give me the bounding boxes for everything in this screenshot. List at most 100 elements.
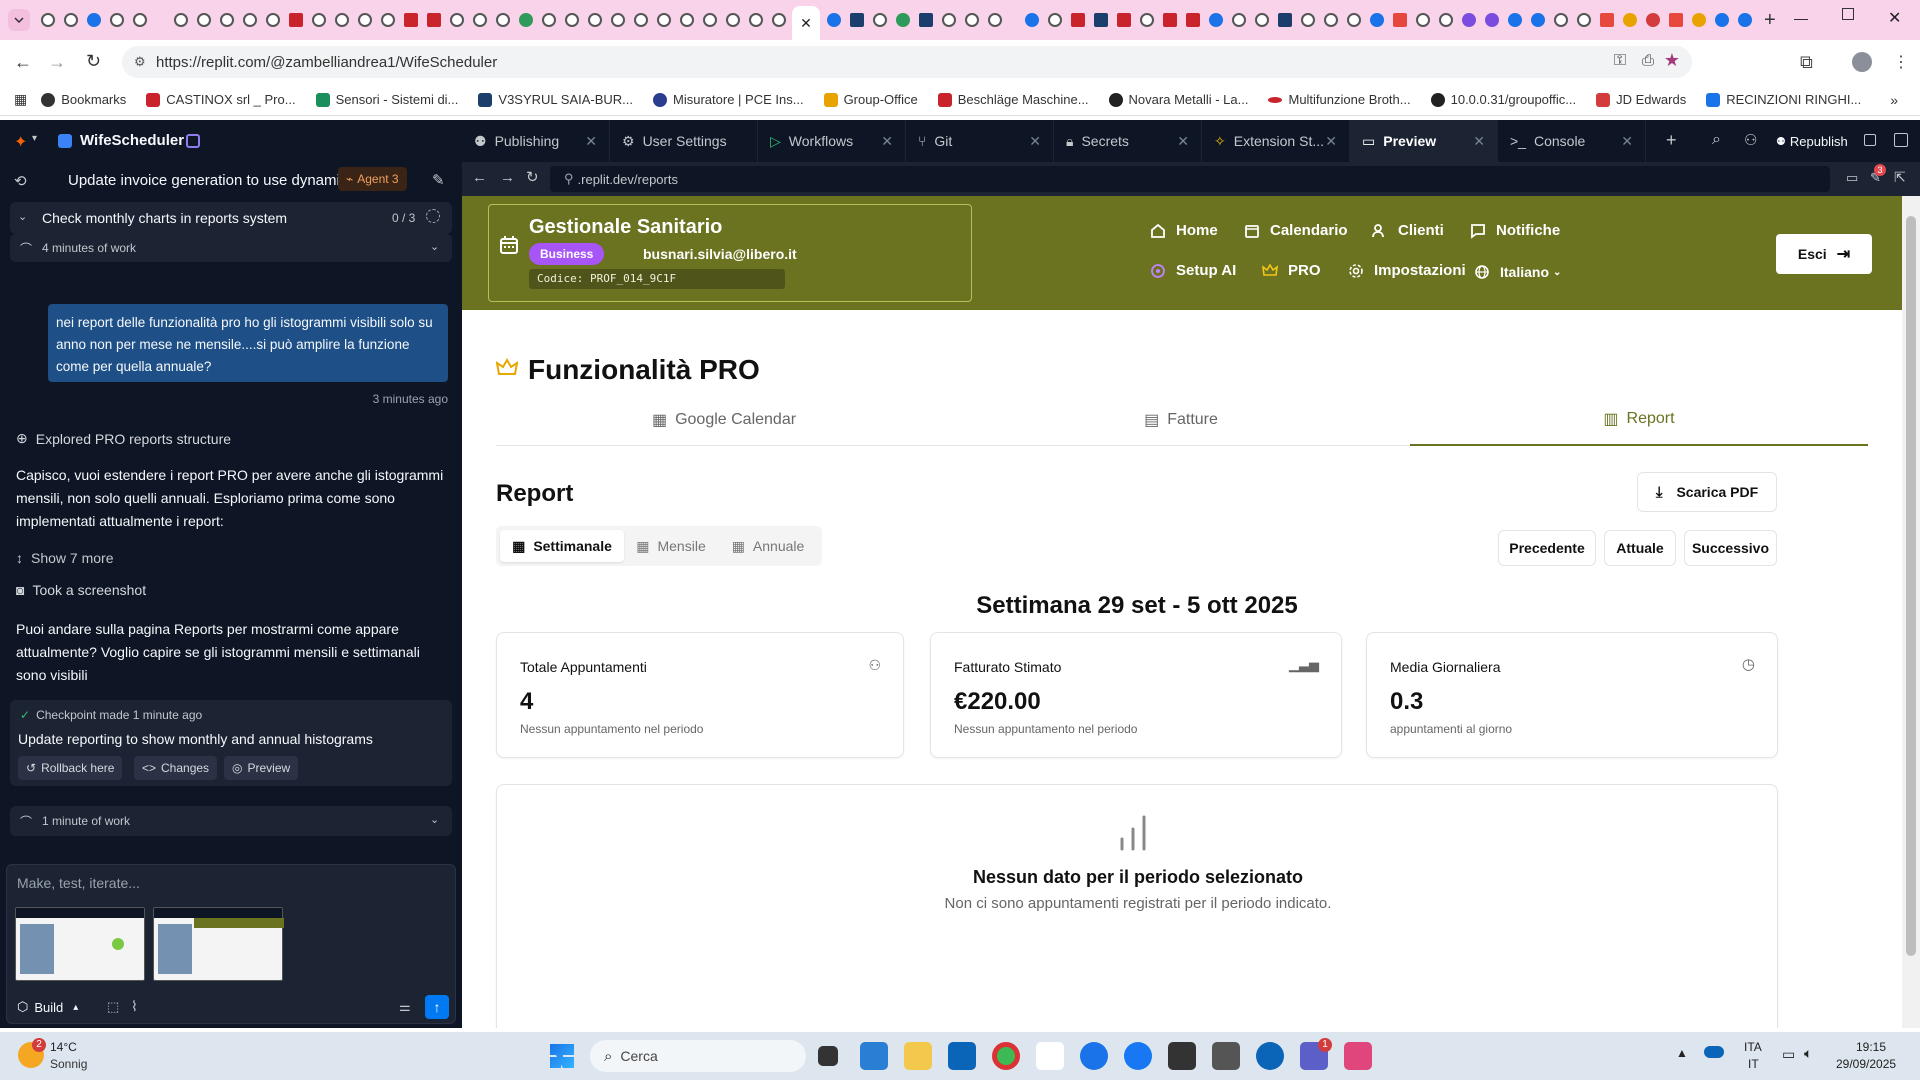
tab-publishing[interactable]: ⚉ Publishing ✕ [462,120,610,162]
browser-tab[interactable] [654,11,673,30]
browser-tab[interactable] [470,11,489,30]
browser-tab[interactable] [723,11,742,30]
taskbar-search[interactable]: ⌕ Cerca [590,1040,806,1072]
chat-input-box[interactable]: Make, test, iterate... ⬡ Build ▴ ⬚ ⌇ ⚌ ↑ [6,864,456,1024]
apps-grid-icon[interactable]: ▦ [14,91,27,108]
search-app-icon[interactable] [1080,1042,1108,1070]
browser-tab[interactable] [61,11,80,30]
close-icon[interactable]: ✕ [1621,133,1633,150]
weather-temp[interactable]: 14°C [50,1040,77,1054]
preview-url-text[interactable]: .replit.dev/reports [578,172,678,187]
weather-desc[interactable]: Sonnig [50,1057,87,1071]
browser-tab[interactable] [84,11,103,30]
chat-input-placeholder[interactable]: Make, test, iterate... [17,875,140,891]
bookmark-item[interactable]: V3SYRUL SAIA-BUR... [478,92,633,107]
browser-tab[interactable] [1689,11,1708,30]
browser-tab[interactable] [107,11,126,30]
browser-tab[interactable] [1505,11,1524,30]
bookmark-item[interactable]: Misuratore | PCE Ins... [653,92,804,107]
browser-tab[interactable] [870,11,889,30]
language-secondary[interactable]: IT [1748,1057,1759,1071]
browser-tab[interactable] [516,11,535,30]
browser-tab[interactable] [171,11,190,30]
browser-tab[interactable] [1183,11,1202,30]
url-text[interactable]: https://replit.com/@zambelliandrea1/Wife… [156,54,497,71]
browser-tab[interactable] [1160,11,1179,30]
language-primary[interactable]: ITA [1744,1040,1762,1054]
devices-icon[interactable]: ▭ [1846,170,1858,186]
browser-tab[interactable] [1321,11,1340,30]
nav-clienti[interactable]: Clienti [1372,222,1444,239]
site-settings-icon[interactable]: ⚙ [134,54,146,70]
browser-tab[interactable] [240,11,259,30]
store-icon[interactable] [1168,1042,1196,1070]
browser-tab[interactable] [608,11,627,30]
download-pdf-button[interactable]: ⤓ Scarica PDF [1637,472,1777,512]
browser-tab[interactable] [1114,11,1133,30]
nav-calendario[interactable]: Calendario [1244,222,1348,239]
close-icon[interactable]: ✕ [1177,133,1189,150]
browser-tab[interactable] [585,11,604,30]
close-icon[interactable]: ✕ [585,133,597,150]
windows-start-icon[interactable] [550,1044,574,1068]
nav-impostazioni[interactable]: Impostazioni [1348,262,1466,279]
browser-tab[interactable] [1045,11,1064,30]
browser-tab[interactable] [1137,11,1156,30]
browser-tab[interactable] [746,11,765,30]
tab-preview[interactable]: ▭ Preview ✕ [1350,120,1498,162]
bookmark-item[interactable]: Group-Office [823,92,918,107]
build-mode-button[interactable]: ⬡ Build ▴ [17,999,78,1015]
clock-time[interactable]: 19:15 [1856,1040,1886,1054]
browser-tab[interactable] [1551,11,1570,30]
browser-tab[interactable] [355,11,374,30]
browser-tab[interactable] [1068,11,1087,30]
send-button[interactable]: ↑ [425,995,449,1019]
browser-tab[interactable] [447,11,466,30]
browser-tab[interactable] [1252,11,1271,30]
browser-tab[interactable] [1666,11,1685,30]
browser-tab[interactable] [1735,11,1754,30]
url-bar[interactable]: ⚙ https://replit.com/@zambelliandrea1/Wi… [122,46,1692,78]
browser-tab[interactable] [1482,11,1501,30]
browser-tab[interactable] [38,11,57,30]
browser-tab[interactable] [1091,11,1110,30]
changes-button[interactable]: <> Changes [134,756,218,780]
browser-tab[interactable] [130,11,149,30]
maximize-button[interactable] [1842,8,1854,20]
browser-tab[interactable] [1528,11,1547,30]
tab-google-calendar[interactable]: ▦ Google Calendar [496,394,952,446]
bookmark-item[interactable]: Sensori - Sistemi di... [315,92,458,107]
facebook-icon[interactable] [1124,1042,1152,1070]
show-more-button[interactable]: ↕ Show 7 more [16,550,113,566]
tab-report[interactable]: ▥ Report [1410,394,1868,446]
open-external-icon[interactable]: ⇱ [1894,169,1906,186]
browser-tab[interactable] [562,11,581,30]
browser-tab[interactable] [1413,11,1432,30]
nav-pro[interactable]: PRO [1262,262,1321,279]
browser-tab[interactable] [1436,11,1455,30]
tab-fatture[interactable]: ▤ Fatture [952,394,1410,446]
close-icon[interactable]: ✕ [1325,133,1337,150]
clock-date[interactable]: 29/09/2025 [1836,1057,1896,1071]
browser-tab[interactable] [1643,11,1662,30]
browser-tab[interactable] [332,11,351,30]
app-icon[interactable] [1256,1042,1284,1070]
browser-tab[interactable] [939,11,958,30]
browser-tab[interactable] [1367,11,1386,30]
password-key-icon[interactable]: ⚿ [1614,52,1626,70]
invite-user-icon[interactable]: ⚇ [1744,131,1757,149]
onedrive-icon[interactable] [1704,1046,1724,1058]
bookmark-item[interactable]: 10.0.0.31/groupoffic... [1430,92,1576,107]
republish-button[interactable]: ⚉ Republish [1776,130,1848,152]
layout-panel-icon[interactable] [1894,133,1908,147]
work-summary-2[interactable]: ⌒ 1 minute of work ⌄ [10,806,452,836]
browser-tab[interactable] [1229,11,1248,30]
bookmark-item[interactable]: JD Edwards [1596,92,1686,107]
minimize-button[interactable]: — [1794,10,1808,26]
browser-tab[interactable] [962,11,981,30]
chrome-icon[interactable] [992,1042,1020,1070]
browser-tab[interactable] [893,11,912,30]
profile-avatar[interactable] [1852,52,1872,72]
install-app-icon[interactable]: ⎙ [1642,52,1654,69]
preview-button[interactable]: ◎ Preview [224,756,299,780]
